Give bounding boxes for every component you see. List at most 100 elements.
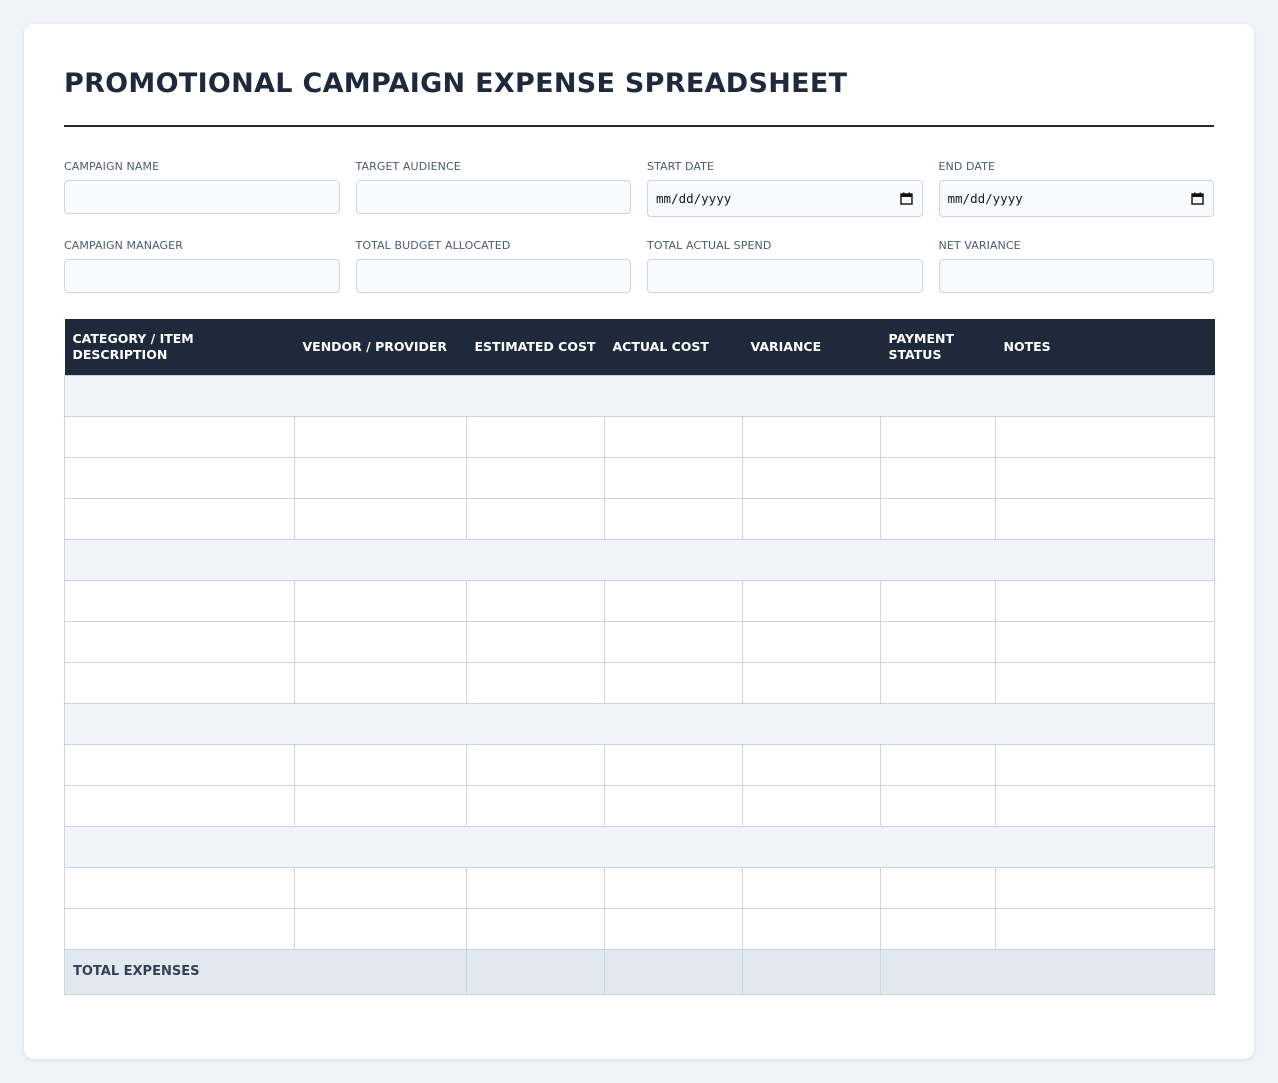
table-cell[interactable] [466,497,605,540]
total-estimated-cell[interactable] [466,948,605,995]
table-cell[interactable] [995,497,1215,540]
net-variance-input[interactable] [938,259,1214,293]
table-cell[interactable] [742,743,881,786]
table-row [64,497,1215,540]
table-cell[interactable] [880,661,996,704]
table-cell[interactable] [466,456,605,499]
table-cell[interactable] [64,907,295,950]
table-cell[interactable] [604,907,743,950]
table-cell[interactable] [880,620,996,663]
table-cell[interactable] [64,415,295,458]
table-cell[interactable] [64,866,295,909]
table-cell[interactable] [466,415,605,458]
table-cell[interactable] [294,497,467,540]
table-cell[interactable] [294,456,467,499]
table-cell[interactable] [64,743,295,786]
table-cell[interactable] [880,579,996,622]
end-date-label: END DATE [938,160,996,173]
table-cell[interactable] [604,497,743,540]
table-cell[interactable] [64,620,295,663]
table-cell[interactable] [880,743,996,786]
table-cell[interactable] [995,866,1215,909]
category-cell[interactable] [64,825,1215,868]
table-cell[interactable] [466,784,605,827]
table-cell[interactable] [466,579,605,622]
table-cell[interactable] [64,579,295,622]
table-cell[interactable] [742,784,881,827]
table-cell[interactable] [466,620,605,663]
table-cell[interactable] [880,456,996,499]
table-cell[interactable] [466,907,605,950]
table-cell[interactable] [742,579,881,622]
total-row: TOTAL EXPENSES [64,948,1215,995]
table-cell[interactable] [742,866,881,909]
table-cell[interactable] [742,907,881,950]
table-cell[interactable] [604,415,743,458]
column-header-category: CATEGORY / ITEM DESCRIPTION [64,319,295,375]
table-cell[interactable] [604,661,743,704]
table-cell[interactable] [880,866,996,909]
table-cell[interactable] [880,415,996,458]
total-actual-cell[interactable] [604,948,743,995]
category-cell[interactable] [64,374,1215,417]
table-cell[interactable] [742,456,881,499]
start-date-input[interactable]: mm/dd/yyyy [647,180,923,217]
table-cell[interactable] [995,743,1215,786]
table-cell[interactable] [466,661,605,704]
table-cell[interactable] [995,907,1215,950]
calendar-icon[interactable] [1191,192,1204,205]
table-row [64,907,1215,950]
table-cell[interactable] [64,456,295,499]
campaign-name-input[interactable] [64,180,340,214]
table-cell[interactable] [995,415,1215,458]
table-cell[interactable] [995,784,1215,827]
table-cell[interactable] [880,784,996,827]
end-date-input[interactable]: mm/dd/yyyy [938,180,1214,217]
campaign-manager-input[interactable] [64,259,340,293]
table-cell[interactable] [604,743,743,786]
table-cell[interactable] [742,620,881,663]
total-actual-input[interactable] [647,259,923,293]
total-budget-input[interactable] [355,259,631,293]
table-cell[interactable] [294,415,467,458]
table-cell[interactable] [995,661,1215,704]
table-cell[interactable] [995,620,1215,663]
table-cell[interactable] [294,866,467,909]
table-cell[interactable] [64,784,295,827]
column-header-notes: NOTES [995,319,1215,375]
table-cell[interactable] [64,497,295,540]
table-cell[interactable] [604,784,743,827]
table-cell[interactable] [604,579,743,622]
table-cell[interactable] [294,784,467,827]
table-cell[interactable] [466,743,605,786]
total-variance-cell[interactable] [742,948,881,995]
table-cell[interactable] [880,907,996,950]
table-cell[interactable] [294,579,467,622]
table-cell[interactable] [742,661,881,704]
table-cell[interactable] [294,620,467,663]
total-empty-cell [880,948,1215,995]
table-cell[interactable] [604,456,743,499]
table-cell[interactable] [995,579,1215,622]
table-cell[interactable] [466,866,605,909]
table-cell[interactable] [604,620,743,663]
campaign-info-fields: CAMPAIGN NAME TARGET AUDIENCE START DATE… [64,160,1214,293]
net-variance-group: NET VARIANCE [938,239,1214,293]
table-cell[interactable] [294,661,467,704]
table-cell[interactable] [604,866,743,909]
category-cell[interactable] [64,538,1215,581]
table-cell[interactable] [742,415,881,458]
table-cell[interactable] [294,743,467,786]
target-audience-input[interactable] [355,180,631,214]
table-cell[interactable] [64,661,295,704]
total-budget-label: TOTAL BUDGET ALLOCATED [355,239,511,252]
table-cell[interactable] [880,497,996,540]
table-cell[interactable] [742,497,881,540]
table-row [64,866,1215,909]
category-cell[interactable] [64,702,1215,745]
total-actual-label: TOTAL ACTUAL SPEND [647,239,772,252]
table-cell[interactable] [995,456,1215,499]
calendar-icon[interactable] [899,192,913,205]
table-cell[interactable] [294,907,467,950]
end-date-placeholder: mm/dd/yyyy [947,191,1023,206]
